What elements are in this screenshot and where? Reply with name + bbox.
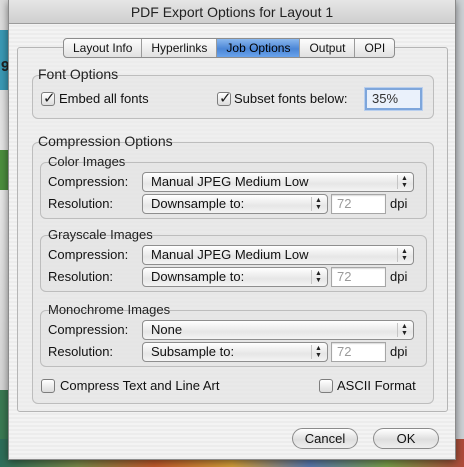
monochrome-resolution-label: Resolution: [48, 344, 114, 359]
popup-arrows-icon: ▲ ▼ [311, 270, 325, 284]
color-resolution-popup[interactable]: Downsample to: ▲ ▼ [142, 194, 328, 214]
popup-arrows-icon: ▲ ▼ [311, 345, 325, 359]
color-images-title: Color Images [48, 154, 126, 169]
compress-text-label: Compress Text and Line Art [60, 378, 220, 393]
pdf-export-dialog: PDF Export Options for Layout 1 Layout I… [8, 0, 456, 460]
dialog-title: PDF Export Options for Layout 1 [9, 0, 455, 24]
subset-fonts-label: Subset fonts below: [234, 91, 348, 106]
monochrome-resolution-popup[interactable]: Subsample to: ▲ ▼ [142, 342, 328, 362]
compress-text-checkbox[interactable] [41, 379, 55, 393]
tab-job-options[interactable]: Job Options [217, 39, 301, 57]
monochrome-compression-value: None [151, 322, 183, 337]
popup-arrows-icon: ▲ ▼ [311, 197, 325, 211]
background-edge [456, 0, 464, 467]
grayscale-resolution-popup[interactable]: Downsample to: ▲ ▼ [142, 267, 328, 287]
grayscale-resolution-mode: Downsample to: [151, 269, 245, 284]
tab-hyperlinks[interactable]: Hyperlinks [142, 39, 218, 57]
color-resolution-label: Resolution: [48, 196, 114, 211]
ascii-format-checkbox[interactable] [319, 379, 333, 393]
color-compression-value: Manual JPEG Medium Low [151, 174, 309, 189]
color-compression-popup[interactable]: Manual JPEG Medium Low ▲ ▼ [142, 172, 414, 192]
tab-layout-info[interactable]: Layout Info [64, 39, 143, 57]
monochrome-compression-popup[interactable]: None ▲ ▼ [142, 320, 414, 340]
tab-output[interactable]: Output [300, 39, 356, 57]
grayscale-compression-value: Manual JPEG Medium Low [151, 247, 309, 262]
font-options-title: Font Options [38, 66, 119, 82]
compression-options-title: Compression Options [38, 133, 173, 149]
monochrome-dpi-label: dpi [390, 344, 408, 359]
tab-bar: Layout Info Hyperlinks Job Options Outpu… [63, 38, 396, 58]
monochrome-resolution-mode: Subsample to: [151, 344, 235, 359]
job-options-pane: Font Options Embed all fonts Subset font… [17, 47, 448, 412]
color-resolution-mode: Downsample to: [151, 196, 245, 211]
grayscale-resolution-field[interactable]: 72 [331, 267, 386, 287]
color-resolution-field[interactable]: 72 [331, 194, 386, 214]
grayscale-compression-label: Compression: [48, 247, 129, 262]
embed-all-fonts-checkbox[interactable] [41, 89, 56, 107]
monochrome-compression-label: Compression: [48, 322, 129, 337]
monochrome-resolution-field[interactable]: 72 [331, 342, 386, 362]
grayscale-resolution-label: Resolution: [48, 269, 114, 284]
ok-button[interactable]: OK [373, 428, 439, 449]
ascii-format-label: ASCII Format [337, 378, 416, 393]
grayscale-compression-popup[interactable]: Manual JPEG Medium Low ▲ ▼ [142, 245, 414, 265]
grayscale-images-title: Grayscale Images [48, 227, 153, 242]
popup-arrows-icon: ▲ ▼ [397, 323, 411, 337]
embed-all-fonts-label: Embed all fonts [59, 91, 149, 106]
tab-opi[interactable]: OPI [355, 39, 394, 57]
popup-arrows-icon: ▲ ▼ [397, 248, 411, 262]
cancel-button[interactable]: Cancel [292, 428, 358, 449]
subset-fonts-checkbox[interactable] [217, 89, 232, 107]
popup-arrows-icon: ▲ ▼ [397, 175, 411, 189]
color-dpi-label: dpi [390, 196, 408, 211]
subset-threshold-field[interactable]: 35% [365, 88, 422, 110]
grayscale-dpi-label: dpi [390, 269, 408, 284]
color-compression-label: Compression: [48, 174, 129, 189]
monochrome-images-title: Monochrome Images [48, 302, 171, 317]
